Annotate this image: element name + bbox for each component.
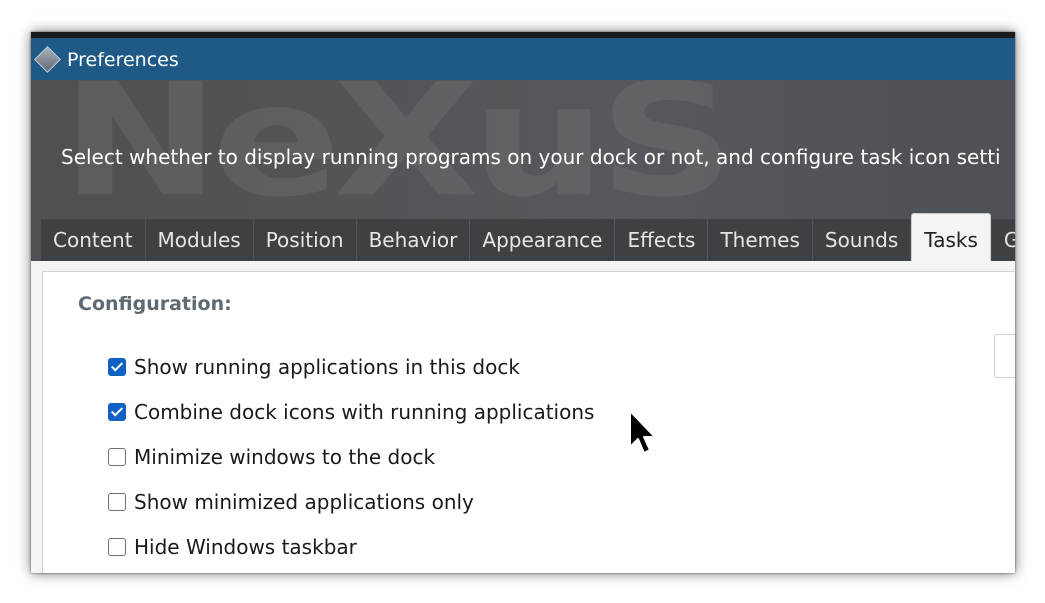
option-hide-windows-taskbar[interactable]: Hide Windows taskbar bbox=[108, 535, 357, 559]
option-label: Show minimized applications only bbox=[134, 490, 474, 514]
option-minimize-to-dock[interactable]: Minimize windows to the dock bbox=[108, 445, 436, 469]
tab-content[interactable]: Content bbox=[41, 219, 145, 261]
tab-general[interactable]: Ge bbox=[991, 219, 1015, 261]
option-show-minimized-only[interactable]: Show minimized applications only bbox=[108, 490, 474, 514]
side-control-box[interactable] bbox=[994, 334, 1015, 378]
app-diamond-icon bbox=[34, 46, 61, 73]
option-label: Hide Windows taskbar bbox=[134, 535, 357, 559]
combine-dock-icons-checkbox[interactable] bbox=[108, 403, 126, 421]
option-combine-dock-icons[interactable]: Combine dock icons with running applicat… bbox=[108, 400, 595, 424]
option-label: Combine dock icons with running applicat… bbox=[134, 400, 595, 424]
tab-content-area: Configuration: Show running applications… bbox=[31, 261, 1015, 573]
tab-tasks[interactable]: Tasks bbox=[911, 213, 991, 261]
page-description: Select whether to display running progra… bbox=[61, 145, 1001, 169]
tab-behavior[interactable]: Behavior bbox=[356, 219, 470, 261]
header-banner: NeXuS Select whether to display running … bbox=[31, 80, 1015, 261]
option-show-running-apps[interactable]: Show running applications in this dock bbox=[108, 355, 520, 379]
window-title: Preferences bbox=[67, 49, 179, 71]
option-label: Minimize windows to the dock bbox=[134, 445, 436, 469]
preferences-window: Preferences NeXuS Select whether to disp… bbox=[31, 32, 1015, 573]
tab-appearance[interactable]: Appearance bbox=[470, 219, 615, 261]
tab-effects[interactable]: Effects bbox=[615, 219, 708, 261]
show-running-apps-checkbox[interactable] bbox=[108, 358, 126, 376]
tab-modules[interactable]: Modules bbox=[145, 219, 253, 261]
option-label: Show running applications in this dock bbox=[134, 355, 520, 379]
tasks-panel: Configuration: Show running applications… bbox=[42, 271, 1015, 573]
configuration-heading: Configuration: bbox=[78, 293, 232, 315]
title-bar[interactable]: Preferences bbox=[31, 32, 1015, 80]
tab-bar: Content Modules Position Behavior Appear… bbox=[41, 213, 1015, 261]
mouse-pointer-icon bbox=[629, 410, 656, 454]
tab-position[interactable]: Position bbox=[253, 219, 356, 261]
tab-themes[interactable]: Themes bbox=[708, 219, 812, 261]
tab-sounds[interactable]: Sounds bbox=[812, 219, 911, 261]
hide-windows-taskbar-checkbox[interactable] bbox=[108, 538, 126, 556]
show-minimized-only-checkbox[interactable] bbox=[108, 493, 126, 511]
minimize-to-dock-checkbox[interactable] bbox=[108, 448, 126, 466]
